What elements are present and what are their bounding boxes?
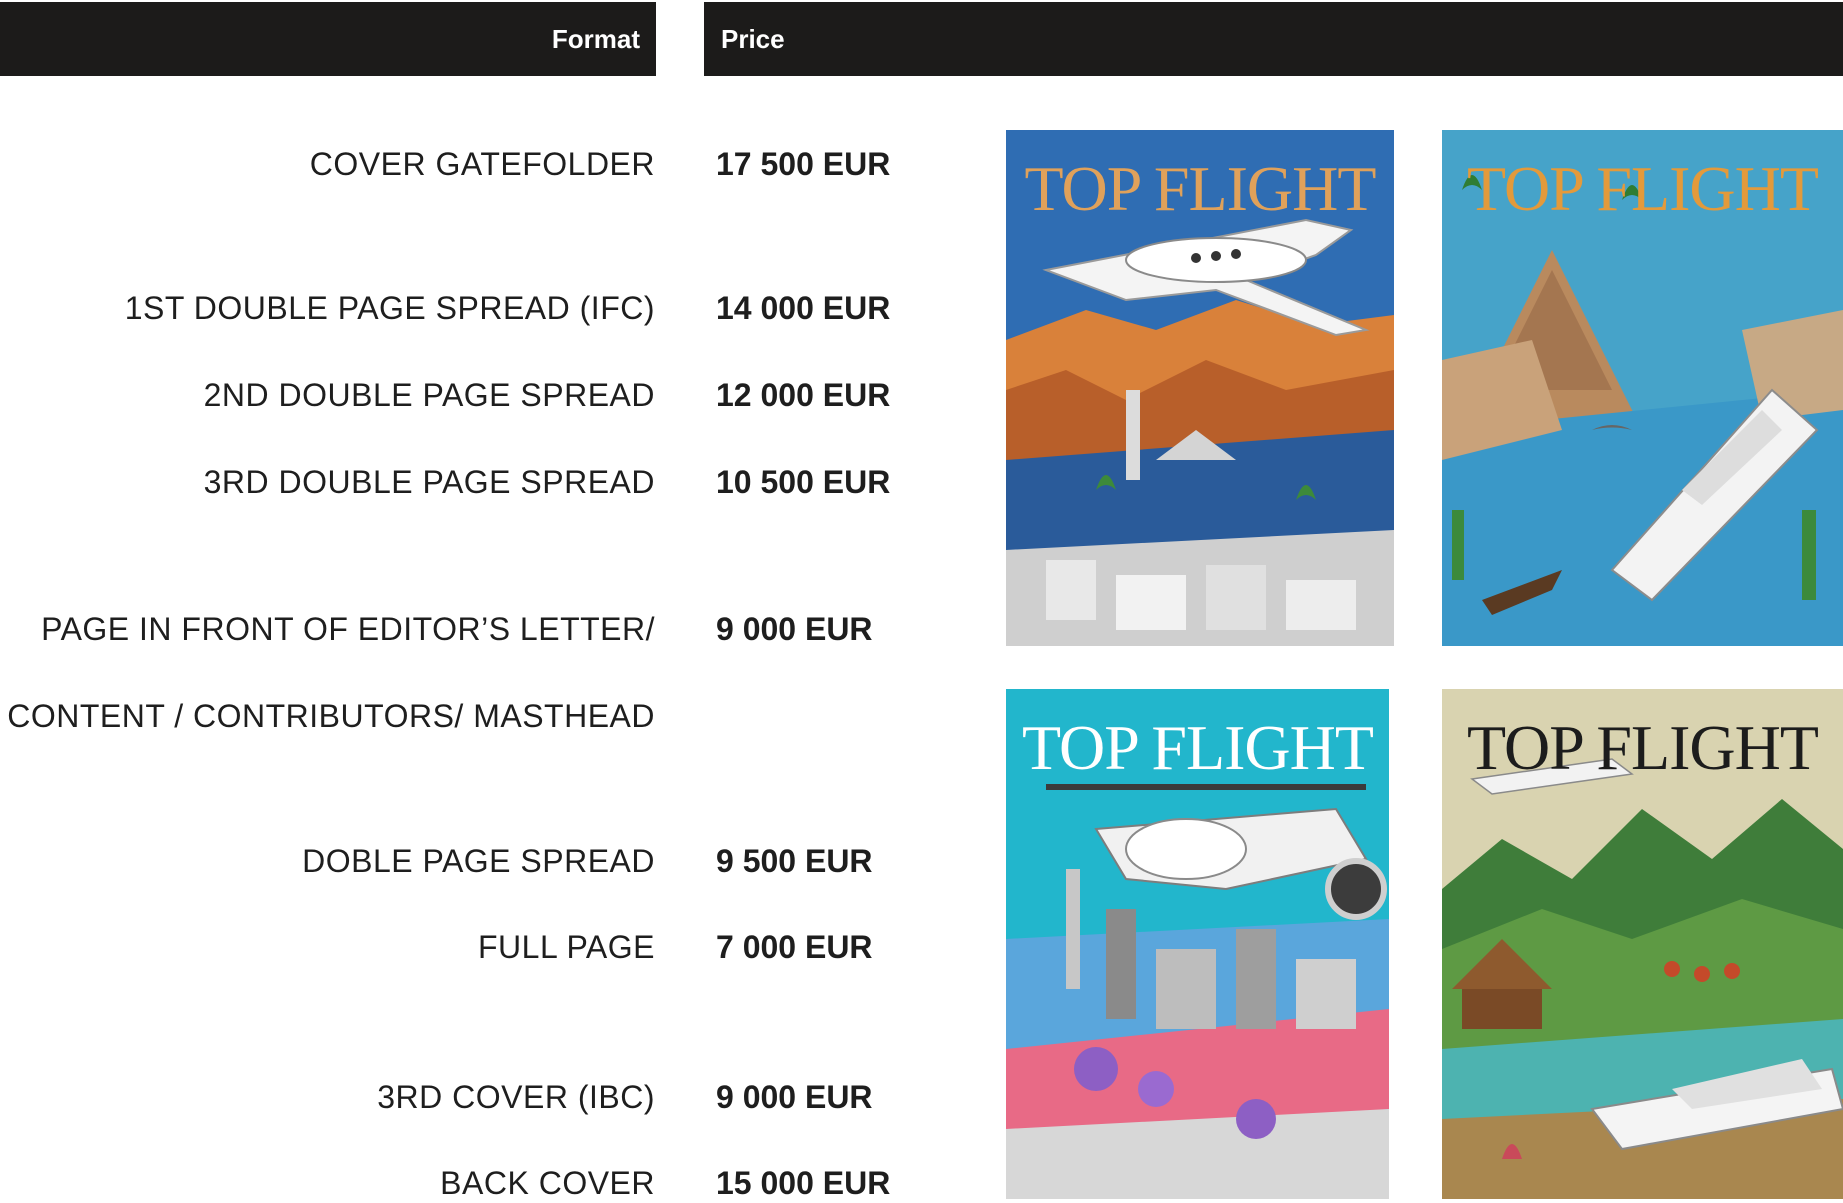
price-2nd-double-page-spread: 12 000 EUR bbox=[716, 377, 891, 413]
magazine-cover-yacht-pyramid: TOP FLIGHT bbox=[1442, 130, 1843, 646]
format-doble-page-spread: DOBLE PAGE SPREAD bbox=[302, 843, 655, 879]
format-column-header: Format bbox=[0, 2, 656, 76]
magazine-cover-jungle-yacht: TOP FLIGHT bbox=[1442, 689, 1843, 1199]
format-2nd-double-page-spread: 2ND DOUBLE PAGE SPREAD bbox=[203, 377, 655, 413]
price-page-before-editors-letter: 9 000 EUR bbox=[716, 611, 873, 647]
magazine-cover-jet: TOP FLIGHT bbox=[1006, 130, 1394, 646]
cover-masthead: TOP FLIGHT bbox=[1467, 153, 1819, 224]
price-doble-page-spread: 9 500 EUR bbox=[716, 843, 873, 879]
format-full-page: FULL PAGE bbox=[478, 929, 655, 965]
price-full-page: 7 000 EUR bbox=[716, 929, 873, 965]
cover-masthead: TOP FLIGHT bbox=[1467, 712, 1819, 783]
format-1st-double-page-spread: 1ST DOUBLE PAGE SPREAD (IFC) bbox=[124, 290, 655, 326]
format-3rd-double-page-spread: 3RD DOUBLE PAGE SPREAD bbox=[203, 464, 655, 500]
format-cover-gatefolder: COVER GATEFOLDER bbox=[309, 146, 655, 182]
format-header-label: Format bbox=[551, 23, 640, 54]
format-content-contributors-masthead: CONTENT / CONTRIBUTORS/ MASTHEAD bbox=[7, 698, 655, 734]
price-header-label: Price bbox=[721, 23, 785, 54]
price-column-header: Price bbox=[704, 2, 1843, 76]
format-3rd-cover-ibc: 3RD COVER (IBC) bbox=[377, 1079, 655, 1115]
cover-masthead: TOP FLIGHT bbox=[1024, 153, 1377, 224]
price-3rd-cover-ibc: 9 000 EUR bbox=[716, 1079, 873, 1115]
price-back-cover: 15 000 EUR bbox=[716, 1165, 891, 1201]
format-page-before-editors-letter: PAGE IN FRONT OF EDITOR’S LETTER/ bbox=[41, 611, 655, 647]
cover-masthead: TOP FLIGHT bbox=[1022, 712, 1374, 783]
magazine-cover-helicopter: TOP FLIGHT bbox=[1006, 689, 1389, 1199]
price-cover-gatefolder: 17 500 EUR bbox=[716, 146, 891, 182]
price-3rd-double-page-spread: 10 500 EUR bbox=[716, 464, 891, 500]
format-back-cover: BACK COVER bbox=[440, 1165, 655, 1201]
price-1st-double-page-spread: 14 000 EUR bbox=[716, 290, 891, 326]
